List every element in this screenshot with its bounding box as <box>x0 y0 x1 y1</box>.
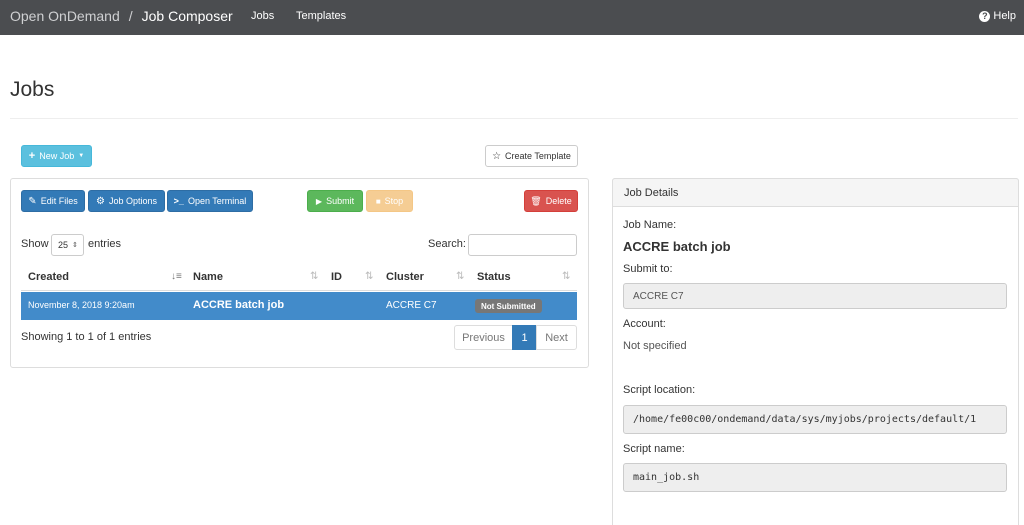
stop-button[interactable]: ■ Stop <box>366 190 413 212</box>
account-value: Not specified <box>623 340 687 352</box>
stop-label: Stop <box>384 196 404 206</box>
job-details-title: Job Details <box>624 187 679 199</box>
help-label: Help <box>993 10 1016 22</box>
new-job-button[interactable]: + New Job ▼ <box>21 145 92 167</box>
cell-created: November 8, 2018 9:20am <box>28 300 135 310</box>
submit-label: Submit <box>326 196 355 206</box>
column-header-cluster[interactable]: Cluster <box>386 271 424 283</box>
cell-name: ACCRE batch job <box>193 299 285 311</box>
help-link[interactable]: ? Help <box>979 10 1016 22</box>
page-length-select[interactable]: 25 ⇕ <box>51 234 84 256</box>
cell-cluster: ACCRE C7 <box>386 300 437 311</box>
account-label: Account: <box>623 318 666 330</box>
status-badge: Not Submitted <box>475 299 542 313</box>
search-label: Search: <box>428 238 466 250</box>
pagination-next[interactable]: Next <box>536 325 577 350</box>
sort-icon[interactable]: ⇅ <box>365 271 373 282</box>
job-options-label: Job Options <box>108 196 157 206</box>
script-name-field: main_job.sh <box>623 463 1007 492</box>
open-terminal-label: Open Terminal <box>187 196 247 206</box>
entries-label: entries <box>88 238 122 250</box>
brand-name[interactable]: Open OnDemand <box>10 8 120 24</box>
nav-templates-link[interactable]: Templates <box>296 10 346 22</box>
submit-to-field: ACCRE C7 <box>623 283 1007 309</box>
job-name-label: Job Name: <box>623 219 677 231</box>
pagination-previous[interactable]: Previous <box>454 325 513 350</box>
new-job-label: New Job <box>39 151 75 161</box>
sort-icon[interactable]: ⇅ <box>310 271 318 282</box>
table-info: Showing 1 to 1 of 1 entries <box>21 331 152 343</box>
play-icon: ▶ <box>315 196 323 206</box>
show-label: Show <box>21 238 49 250</box>
terminal-icon: >_ <box>173 196 184 206</box>
stop-icon: ■ <box>375 196 381 206</box>
brand-separator: / <box>128 8 133 24</box>
open-terminal-button[interactable]: >_ Open Terminal <box>167 190 253 212</box>
submit-to-label: Submit to: <box>623 263 673 275</box>
column-header-status[interactable]: Status <box>477 271 511 283</box>
brand[interactable]: Open OnDemand / Job Composer <box>10 8 233 24</box>
top-navbar: Open OnDemand / Job Composer Jobs Template… <box>0 0 1024 35</box>
select-arrows-icon: ⇕ <box>72 242 78 249</box>
page-length-value: 25 <box>58 240 69 250</box>
search-input[interactable] <box>468 234 577 256</box>
script-name-label: Script name: <box>623 443 685 455</box>
table-header-divider <box>21 290 577 291</box>
submit-button[interactable]: ▶ Submit <box>307 190 363 212</box>
table-row[interactable]: November 8, 2018 9:20am ACCRE batch job … <box>21 292 577 320</box>
plus-icon: + <box>28 150 36 162</box>
create-template-button[interactable]: ☆ Create Template <box>485 145 578 167</box>
caret-down-icon: ▼ <box>78 153 85 159</box>
sort-icon[interactable]: ⇅ <box>562 271 570 282</box>
job-details-heading: Job Details <box>612 178 1019 207</box>
question-circle-icon: ? <box>979 10 991 22</box>
script-location-field: /home/fe00c00/ondemand/data/sys/myjobs/p… <box>623 405 1007 434</box>
trash-icon: 🗑 <box>530 195 542 206</box>
delete-button[interactable]: 🗑 Delete <box>524 190 578 212</box>
nav-jobs-link[interactable]: Jobs <box>251 10 274 22</box>
job-name-value: ACCRE batch job <box>623 239 731 254</box>
column-header-name[interactable]: Name <box>193 271 223 283</box>
edit-files-button[interactable]: ✎ Edit Files <box>21 190 85 212</box>
delete-label: Delete <box>545 196 572 206</box>
star-icon: ☆ <box>492 150 502 162</box>
pagination-page-1[interactable]: 1 <box>512 325 537 350</box>
job-options-button[interactable]: ⚙ Job Options <box>88 190 165 212</box>
title-divider <box>10 118 1018 119</box>
sort-desc-icon[interactable]: ↓≡ <box>171 271 182 282</box>
column-header-id[interactable]: ID <box>331 271 342 283</box>
app-name[interactable]: Job Composer <box>142 8 233 24</box>
sort-icon[interactable]: ⇅ <box>456 271 464 282</box>
create-template-label: Create Template <box>505 151 571 161</box>
edit-icon: ✎ <box>28 195 37 207</box>
edit-files-label: Edit Files <box>40 196 78 206</box>
gear-icon: ⚙ <box>96 195 105 207</box>
page-title: Jobs <box>10 78 55 101</box>
column-header-created[interactable]: Created <box>28 271 69 283</box>
script-location-label: Script location: <box>623 384 696 396</box>
